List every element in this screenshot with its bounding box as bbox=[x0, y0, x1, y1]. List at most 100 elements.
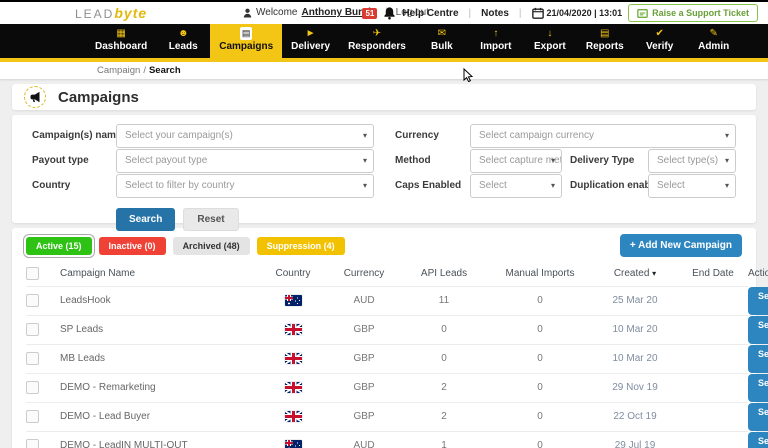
end-date-cell bbox=[678, 430, 748, 448]
row-checkbox[interactable] bbox=[26, 323, 39, 336]
currency-cell: GBP bbox=[328, 314, 400, 344]
notes-link[interactable]: Notes bbox=[481, 8, 509, 19]
filter-actions: Search Reset bbox=[116, 208, 736, 231]
col-country[interactable]: Country bbox=[258, 262, 328, 286]
col-api-leads[interactable]: API Leads bbox=[400, 262, 488, 286]
nav-label: Dashboard bbox=[95, 41, 148, 52]
campaign-name-cell: DEMO - LeadIN MULTI-OUT bbox=[60, 430, 258, 448]
row-select-button[interactable]: Select ▾ bbox=[748, 286, 768, 315]
breadcrumb-current: Search bbox=[148, 65, 181, 76]
manual-imports-cell: 0 bbox=[488, 430, 592, 448]
select-placeholder: Select type(s) bbox=[657, 155, 719, 166]
created-cell: 10 Mar 20 bbox=[592, 314, 678, 344]
nav-item-import[interactable]: ↑ Import bbox=[469, 24, 523, 58]
reset-button[interactable]: Reset bbox=[183, 208, 239, 231]
row-select-button[interactable]: Select ▾ bbox=[748, 344, 768, 373]
col-campaign-name[interactable]: Campaign Name bbox=[60, 262, 258, 286]
manual-imports-cell: 0 bbox=[488, 314, 592, 344]
logo-lead-text: LEAD bbox=[75, 7, 115, 21]
row-checkbox[interactable] bbox=[26, 352, 39, 365]
raise-support-ticket-button[interactable]: Raise a Support Ticket bbox=[628, 4, 758, 22]
nav-item-verify[interactable]: ✔ Verify bbox=[633, 24, 687, 58]
megaphone-icon-circle bbox=[24, 86, 46, 108]
manual-imports-cell: 0 bbox=[488, 372, 592, 402]
nav-item-delivery[interactable]: ► Delivery bbox=[282, 24, 339, 58]
row-select-button[interactable]: Select ▾ bbox=[748, 402, 768, 431]
top-header: LEADbyte Welcome Anthony Burgin | Log ou… bbox=[0, 0, 768, 24]
logo-byte-text: byte bbox=[114, 5, 148, 21]
nav-item-leads[interactable]: ☻ Leads bbox=[156, 24, 210, 58]
row-select-button[interactable]: Select ▾ bbox=[748, 431, 768, 448]
add-new-campaign-button[interactable]: + Add New Campaign bbox=[619, 234, 742, 257]
country-flag bbox=[284, 381, 302, 393]
campaign-name-select[interactable]: Select your campaign(s) ▾ bbox=[116, 124, 374, 148]
table-row: DEMO - LeadIN MULTI-OUT AUD 1 0 29 Jul 1… bbox=[26, 430, 768, 448]
col-currency[interactable]: Currency bbox=[328, 262, 400, 286]
status-tabs: Active (15) Inactive (0) Archived (48) S… bbox=[23, 234, 742, 258]
nav-item-bulk[interactable]: ✉ Bulk bbox=[415, 24, 469, 58]
table-row: LeadsHook AUD 11 0 25 Mar 20 Select ▾ bbox=[26, 285, 768, 315]
nav-label: Delivery bbox=[291, 41, 331, 52]
currency-label: Currency bbox=[395, 130, 439, 141]
sort-desc-icon: ▾ bbox=[652, 269, 657, 279]
nav-item-dashboard[interactable]: ▦ Dashboard bbox=[86, 24, 156, 58]
currency-select[interactable]: Select campaign currency ▾ bbox=[470, 124, 736, 148]
row-checkbox[interactable] bbox=[26, 410, 39, 423]
country-select[interactable]: Select to filter by country ▾ bbox=[116, 174, 374, 198]
caps-enabled-select[interactable]: Select ▾ bbox=[470, 174, 562, 198]
row-select-button[interactable]: Select ▾ bbox=[748, 315, 768, 344]
created-cell: 29 Jul 19 bbox=[592, 430, 678, 448]
tab-inactive[interactable]: Inactive (0) bbox=[98, 237, 166, 255]
created-cell: 22 Oct 19 bbox=[592, 401, 678, 431]
currency-cell: AUD bbox=[328, 430, 400, 448]
megaphone-icon bbox=[30, 91, 40, 103]
page-title: Campaigns bbox=[58, 88, 139, 106]
main-navbar: ▦ Dashboard ☻ Leads ▤ Campaigns ► Delive… bbox=[0, 24, 768, 82]
datetime-display: 21/04/2020 | 13:01 bbox=[531, 7, 622, 19]
end-date-cell bbox=[678, 372, 748, 402]
payout-type-select[interactable]: Select payout type ▾ bbox=[116, 149, 374, 173]
nav-item-responders[interactable]: ✈ Responders bbox=[339, 24, 415, 58]
nav-label: Reports bbox=[585, 41, 624, 52]
divider: | bbox=[518, 7, 522, 19]
grid-icon: ▦ bbox=[116, 28, 126, 39]
currency-cell: GBP bbox=[328, 343, 400, 373]
row-checkbox[interactable] bbox=[26, 439, 39, 448]
nav-item-reports[interactable]: ▤ Reports bbox=[577, 24, 633, 58]
created-cell: 25 Mar 20 bbox=[592, 285, 678, 315]
currency-cell: GBP bbox=[328, 401, 400, 431]
tab-suppression[interactable]: Suppression (4) bbox=[256, 237, 345, 255]
api-leads-cell: 11 bbox=[400, 285, 488, 315]
nav-item-admin[interactable]: ✎ Admin bbox=[687, 24, 741, 58]
created-cell: 10 Mar 20 bbox=[592, 343, 678, 373]
filter-row-3: Country Select to filter by country ▾ Cap… bbox=[32, 174, 736, 198]
campaign-filters: Campaign(s) name Select your campaign(s)… bbox=[12, 115, 756, 231]
edit-icon: ✎ bbox=[709, 28, 718, 39]
col-created[interactable]: Created ▾ bbox=[592, 262, 678, 286]
col-end-date[interactable]: End Date bbox=[678, 262, 748, 286]
method-select[interactable]: Select capture metho...▾ bbox=[470, 149, 562, 173]
breadcrumb-campaign[interactable]: Campaign bbox=[97, 65, 140, 76]
search-button[interactable]: Search bbox=[116, 208, 176, 231]
tab-active[interactable]: Active (15) bbox=[23, 234, 95, 258]
nav-item-campaigns[interactable]: ▤ Campaigns bbox=[210, 24, 283, 58]
truck-icon: ► bbox=[305, 28, 316, 39]
campaigns-table: Campaign Name Country Currency API Leads… bbox=[26, 262, 768, 448]
col-manual-imports[interactable]: Manual Imports bbox=[488, 262, 592, 286]
nav-item-export[interactable]: ↓ Export bbox=[523, 24, 577, 58]
campaign-name-cell: DEMO - Lead Buyer bbox=[60, 401, 258, 431]
select-all-checkbox[interactable] bbox=[26, 267, 39, 281]
row-checkbox[interactable] bbox=[26, 381, 39, 394]
help-centre-link[interactable]: Help Centre bbox=[402, 8, 458, 19]
tab-archived[interactable]: Archived (48) bbox=[172, 237, 250, 255]
delivery-type-select[interactable]: Select type(s) ▾ bbox=[648, 149, 736, 173]
select-placeholder: Select campaign currency bbox=[479, 130, 595, 141]
duplication-enabled-select[interactable]: Select ▾ bbox=[648, 174, 736, 198]
row-checkbox[interactable] bbox=[26, 294, 39, 307]
country-flag bbox=[284, 439, 302, 448]
check-icon: ✔ bbox=[655, 28, 664, 39]
row-select-button[interactable]: Select ▾ bbox=[748, 373, 768, 402]
bell-icon[interactable] bbox=[383, 6, 396, 20]
ticket-icon bbox=[637, 8, 648, 18]
chevron-down-icon: ▾ bbox=[362, 131, 367, 140]
